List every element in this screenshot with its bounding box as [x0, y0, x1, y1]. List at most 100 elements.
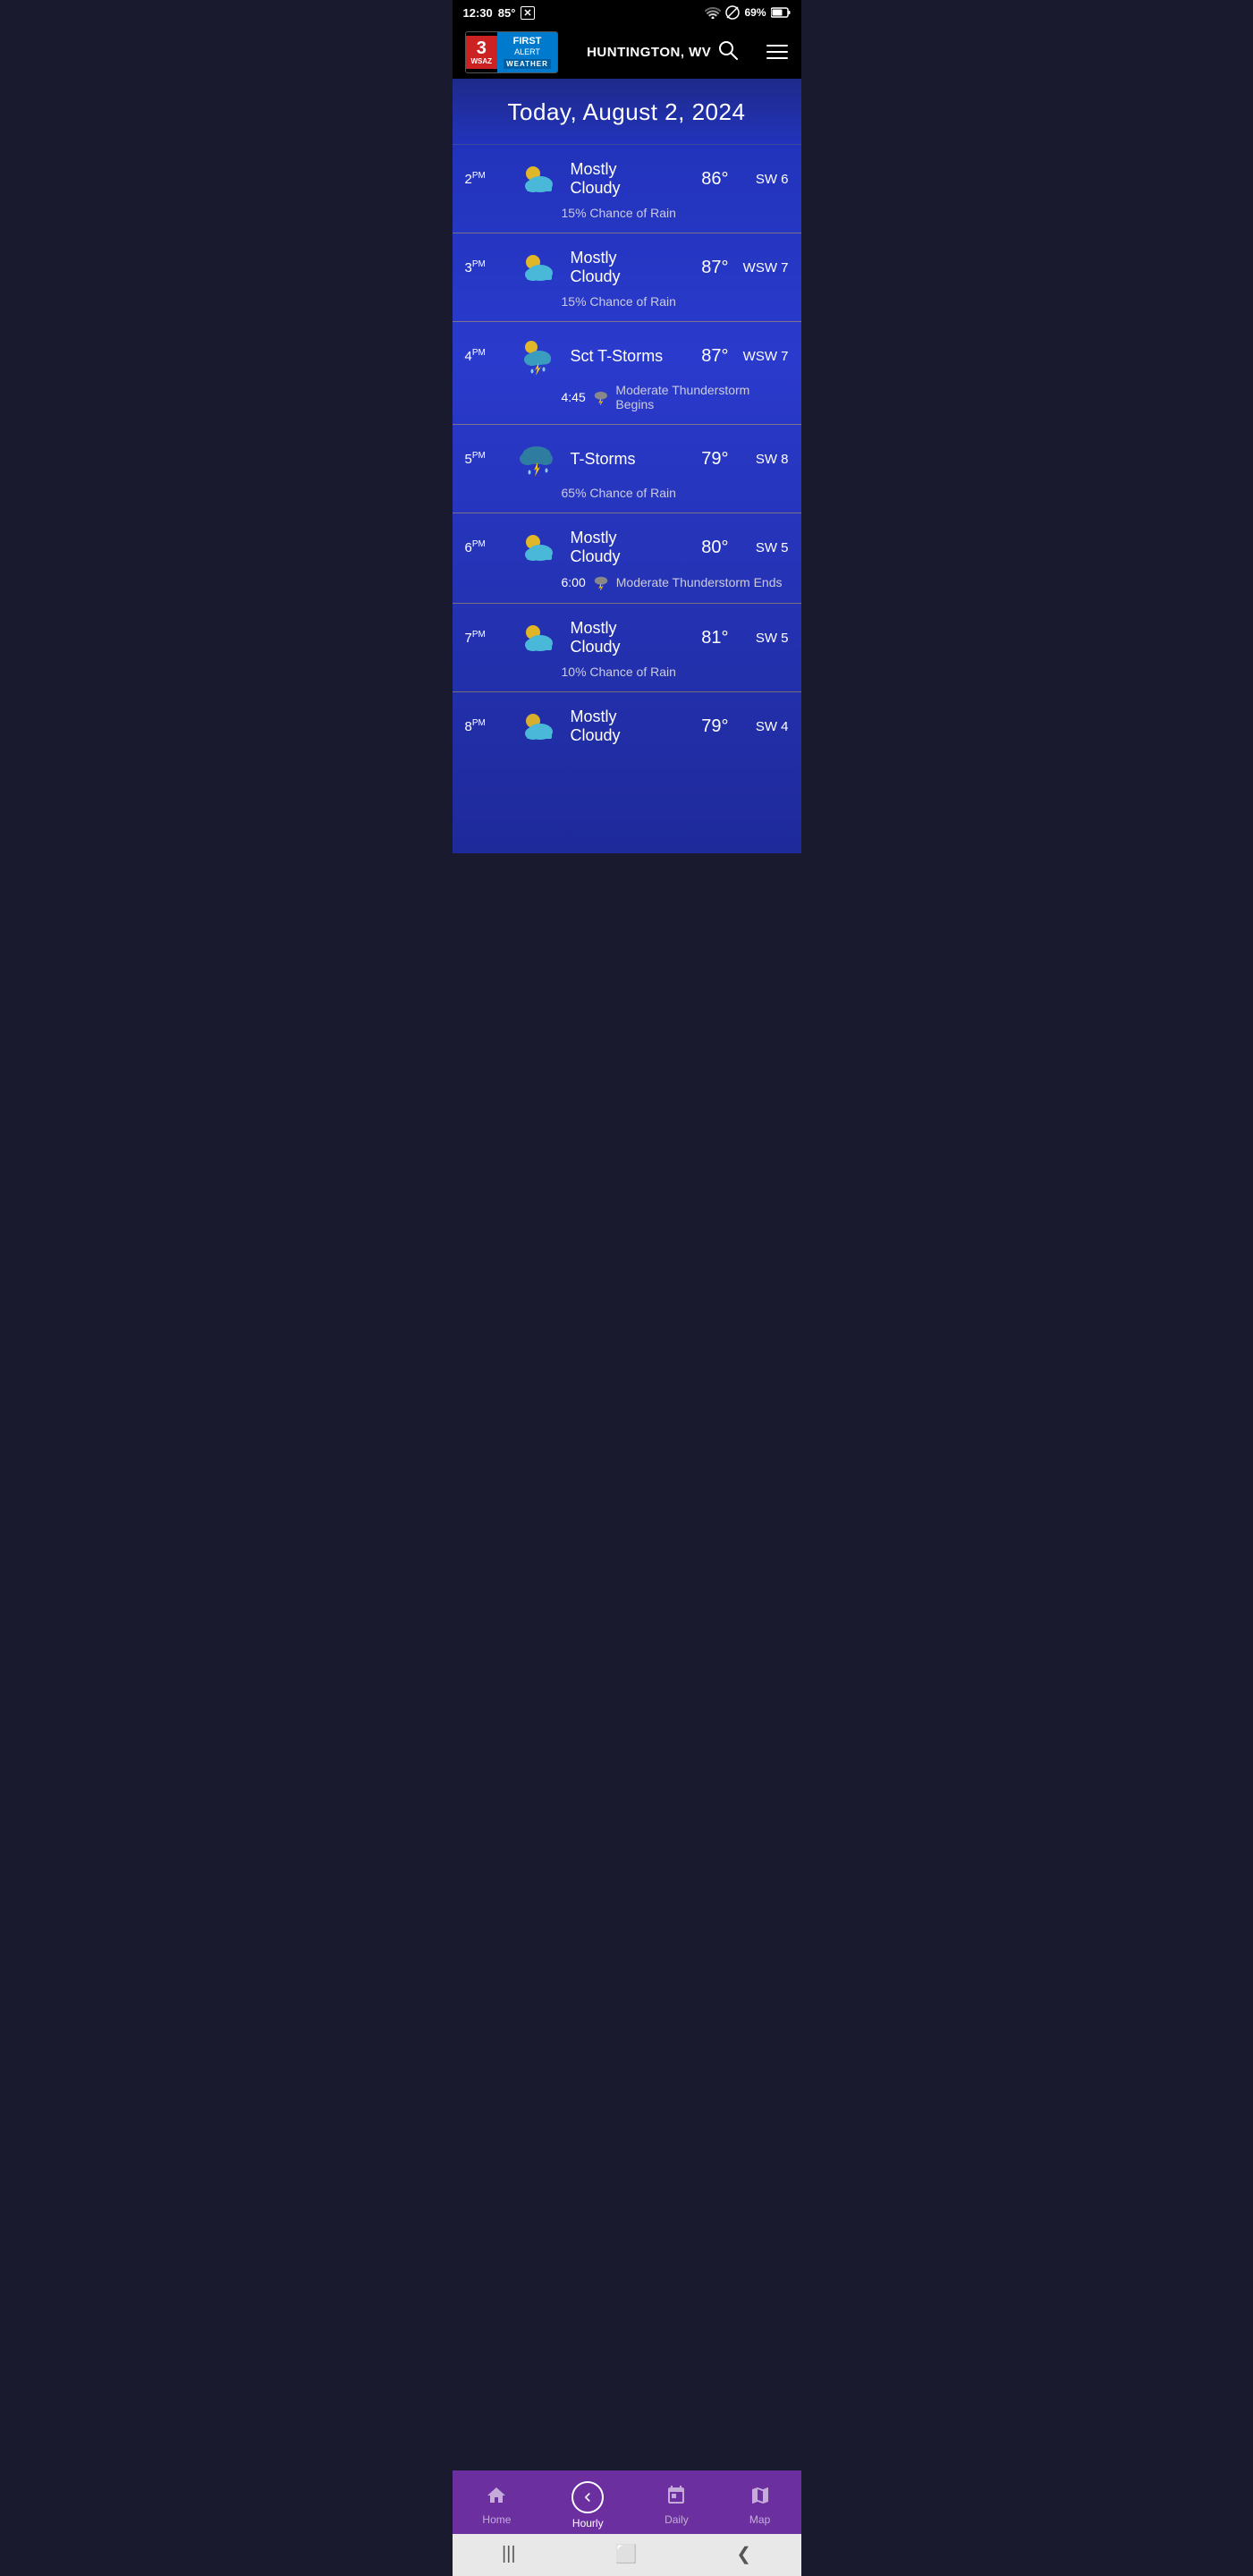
icon-5pm [513, 439, 560, 479]
system-navigation: ||| ⬜ ❮ [453, 2534, 801, 2576]
nav-daily-label: Daily [665, 2513, 689, 2526]
hourly-row-7pm: 7PM Mostly Cloudy 81° SW 5 10% Chance of… [453, 604, 801, 692]
icon-4pm [513, 336, 560, 376]
nav-hourly-label: Hourly [572, 2517, 604, 2529]
sub-2pm: 15% Chance of Rain [465, 206, 789, 220]
sub-text-3pm: 15% Chance of Rain [562, 294, 676, 309]
sub-6pm: 6:00 Moderate Thunderstorm Ends [465, 574, 789, 590]
time-6pm: 6PM [465, 539, 503, 555]
time-4pm: 4PM [465, 348, 503, 364]
status-time: 12:30 [463, 6, 493, 20]
sub-text-7pm: 10% Chance of Rain [562, 665, 676, 679]
search-button[interactable] [718, 40, 738, 64]
nav-hourly[interactable]: Hourly [557, 2478, 618, 2533]
back-button[interactable]: ❮ [736, 2543, 751, 2565]
status-temp: 85° [498, 6, 516, 20]
logo-channel: 3 [477, 39, 487, 57]
hourly-row-6pm: 6PM Mostly Cloudy 80° SW 5 6:00 Moderate [453, 513, 801, 604]
condition-4pm: Sct T-Storms [571, 347, 669, 366]
status-battery-text: 69% [744, 6, 766, 19]
search-icon [718, 40, 738, 60]
temp-7pm: 81° [680, 628, 729, 648]
temp-2pm: 86° [680, 169, 729, 190]
home-button[interactable]: ⬜ [614, 2543, 637, 2565]
menu-button[interactable] [766, 45, 788, 59]
date-banner: Today, August 2, 2024 [453, 79, 801, 145]
wind-3pm: WSW 7 [740, 260, 789, 275]
logo-first: FIRST [513, 36, 542, 47]
status-left: 12:30 85° ✕ [463, 6, 535, 20]
nav-home[interactable]: Home [468, 2481, 525, 2529]
status-bar: 12:30 85° ✕ 69% [453, 0, 801, 25]
sub-time-4pm: 4:45 [562, 390, 586, 404]
wind-2pm: SW 6 [740, 172, 789, 187]
sub-text-5pm: 65% Chance of Rain [562, 486, 676, 500]
condition-3pm: Mostly Cloudy [571, 249, 669, 286]
condition-5pm: T-Storms [571, 450, 669, 469]
logo-weather: WEATHER [504, 59, 551, 69]
home-icon [486, 2485, 507, 2510]
status-right: 69% [705, 5, 790, 20]
wifi-icon [705, 6, 721, 19]
sub-7pm: 10% Chance of Rain [465, 665, 789, 679]
nav-daily[interactable]: Daily [650, 2481, 703, 2529]
hourly-circle [571, 2481, 604, 2513]
temp-3pm: 87° [680, 258, 729, 278]
map-icon [749, 2485, 771, 2510]
icon-2pm [513, 159, 560, 199]
dnd-icon [725, 5, 740, 20]
app-header: 3 WSAZ FIRST ALERT WEATHER HUNTINGTON, W… [453, 25, 801, 79]
temp-8pm: 79° [680, 716, 729, 737]
logo-station: WSAZ [471, 57, 493, 65]
icon-8pm [513, 707, 560, 746]
current-date: Today, August 2, 2024 [453, 98, 801, 126]
time-3pm: 3PM [465, 259, 503, 275]
mostly-cloudy-day-icon-8pm [515, 707, 558, 746]
temp-4pm: 87° [680, 346, 729, 367]
condition-6pm: Mostly Cloudy [571, 529, 669, 566]
sub-5pm: 65% Chance of Rain [465, 486, 789, 500]
sub-text-4pm: Moderate Thunderstorm Begins [615, 383, 788, 411]
hourly-forecast-list: 2PM Mostly Cloudy 86° SW 6 15% Chance of… [453, 145, 801, 853]
thunderstorm-end-icon [593, 574, 609, 590]
app-logo: 3 WSAZ FIRST ALERT WEATHER [465, 31, 558, 73]
hourly-row-8pm: 8PM Mostly Cloudy 79° SW 4 [453, 692, 801, 853]
condition-8pm: Mostly Cloudy [571, 708, 669, 745]
icon-3pm [513, 248, 560, 287]
wind-8pm: SW 4 [740, 719, 789, 734]
status-x-icon: ✕ [521, 6, 534, 20]
hourly-row-3pm: 3PM Mostly Cloudy 87° WSW 7 15% Chance o… [453, 233, 801, 322]
sub-time-6pm: 6:00 [562, 575, 586, 589]
sub-text-6pm: Moderate Thunderstorm Ends [616, 575, 783, 589]
bottom-navigation: Home Hourly Daily Map [453, 2470, 801, 2542]
mostly-cloudy-day-icon-6pm [515, 528, 558, 567]
icon-6pm [513, 528, 560, 567]
sct-tstorms-icon [515, 336, 558, 376]
condition-2pm: Mostly Cloudy [571, 160, 669, 198]
time-7pm: 7PM [465, 630, 503, 646]
wind-5pm: SW 8 [740, 452, 789, 467]
sub-text-2pm: 15% Chance of Rain [562, 206, 676, 220]
time-2pm: 2PM [465, 171, 503, 187]
hourly-row-4pm: 4PM Sct T-Storms 87° WSW 7 [453, 322, 801, 425]
nav-home-label: Home [482, 2513, 511, 2526]
wind-7pm: SW 5 [740, 631, 789, 646]
wind-4pm: WSW 7 [740, 349, 789, 364]
mostly-cloudy-day-icon-7pm [515, 618, 558, 657]
daily-icon [665, 2485, 687, 2510]
sub-3pm: 15% Chance of Rain [465, 294, 789, 309]
location-display: HUNTINGTON, WV [587, 40, 738, 64]
condition-7pm: Mostly Cloudy [571, 619, 669, 657]
logo-alert: ALERT [514, 47, 540, 57]
temp-5pm: 79° [680, 449, 729, 470]
sub-4pm: 4:45 Moderate Thunderstorm Begins [465, 383, 789, 411]
wind-6pm: SW 5 [740, 540, 789, 555]
hourly-row-5pm: 5PM T-Storms 79° SW 8 65% [453, 425, 801, 513]
mostly-cloudy-day-icon-3pm [515, 248, 558, 287]
nav-map[interactable]: Map [735, 2481, 785, 2529]
location-text: HUNTINGTON, WV [587, 45, 711, 60]
recents-button[interactable]: ||| [502, 2544, 516, 2564]
icon-7pm [513, 618, 560, 657]
battery-icon [771, 7, 791, 18]
hourly-row-2pm: 2PM Mostly Cloudy 86° SW 6 15% Chance of… [453, 145, 801, 233]
